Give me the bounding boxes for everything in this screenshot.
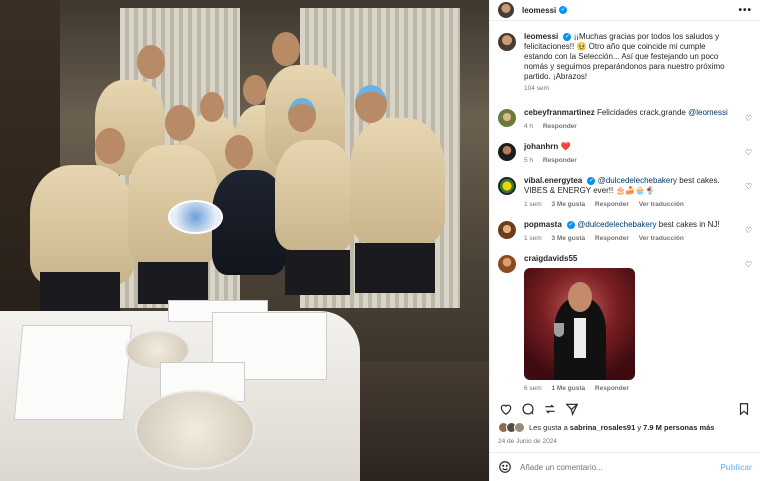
heart-icon[interactable] [498, 401, 514, 417]
comment-likes[interactable]: 3 Me gusta [552, 201, 586, 208]
comment-time[interactable]: 5 h [524, 157, 533, 164]
comment: popmasta ✓ @dulcedelechebakery best cake… [490, 220, 760, 244]
player-head [200, 92, 224, 122]
avatar[interactable] [498, 221, 516, 239]
comment-bar: Publicar [490, 452, 760, 481]
comment-time[interactable]: 4 h [524, 123, 533, 130]
comment-icon[interactable] [520, 401, 536, 417]
comment-text: best cakes in NJ! [656, 220, 720, 229]
likes-user[interactable]: sabrina_rosales91 [570, 423, 635, 432]
comment-mention[interactable]: @leomessi [688, 108, 728, 117]
comment-time[interactable]: 1 sem [524, 235, 542, 242]
shorts [40, 272, 120, 312]
likes-prefix: Les gusta a [529, 423, 568, 432]
avatar[interactable] [498, 109, 516, 127]
comment-username[interactable]: cebeyfranmartinez [524, 108, 595, 117]
likes-count[interactable]: 7.9 M personas más [643, 423, 714, 432]
player [275, 140, 355, 250]
comment-username[interactable]: popmasta [524, 220, 562, 229]
verified-icon: ✓ [559, 6, 568, 14]
comment-username[interactable]: craigdavids55 [524, 254, 577, 263]
player-head [225, 135, 253, 169]
caption: leomessi ✓ ¡¡Muchas gracias por todos lo… [490, 32, 760, 94]
send-icon[interactable] [564, 401, 580, 417]
comment-mention[interactable]: @dulcedelechebakery [577, 220, 656, 229]
post-header: leomessi ✓ ••• [490, 0, 760, 21]
gif-attachment[interactable] [524, 268, 635, 380]
player-head [165, 105, 195, 141]
player-head [95, 128, 125, 164]
post-photo[interactable] [0, 0, 489, 481]
heart-icon[interactable]: ♡ [745, 114, 752, 123]
caption-username[interactable]: leomessi [524, 32, 558, 41]
post-actions [498, 398, 752, 420]
liker-avatars[interactable] [498, 422, 525, 433]
likes-summary: Les gusta a sabrina_rosales91 y 7.9 M pe… [498, 422, 752, 433]
more-options-icon[interactable]: ••• [738, 5, 752, 16]
player-head [288, 98, 316, 132]
comment: vibal.energytea ✓ @dulcedelechebakery be… [490, 176, 760, 210]
birthday-cake [168, 200, 223, 234]
cake-platter [135, 390, 255, 470]
publish-button[interactable]: Publicar [720, 463, 752, 472]
gif-glass [554, 323, 564, 337]
reply-button[interactable]: Responder [595, 235, 629, 242]
heart-icon[interactable]: ♡ [745, 260, 752, 269]
player [30, 165, 135, 285]
heart-icon[interactable]: ♡ [745, 226, 752, 235]
post-side-panel: leomessi ✓ ••• leomessi ✓ ¡¡Muchas graci… [489, 0, 760, 481]
avatar[interactable] [498, 33, 516, 51]
comment-username[interactable]: vibal.energytea [524, 176, 582, 185]
translate-button[interactable]: Ver traducción [639, 235, 684, 242]
comment-username[interactable]: johanhrn [524, 142, 558, 151]
comment-likes[interactable]: 3 Me gusta [552, 235, 586, 242]
translate-button[interactable]: Ver traducción [639, 201, 684, 208]
comment-mention[interactable]: @dulcedelechebakery [598, 176, 677, 185]
player [350, 118, 445, 243]
verified-icon: ✓ [563, 32, 572, 41]
reply-button[interactable]: Responder [595, 385, 629, 392]
cake-box [13, 325, 133, 420]
avatar[interactable] [498, 255, 516, 273]
player-head [355, 85, 387, 123]
likes-mid: y [635, 423, 644, 432]
shorts [355, 243, 435, 293]
avatar[interactable] [498, 143, 516, 161]
reply-button[interactable]: Responder [543, 123, 577, 130]
comment-time[interactable]: 1 sem [524, 201, 542, 208]
gif-face [568, 282, 592, 312]
reply-button[interactable]: Responder [543, 157, 577, 164]
comment: johanhrn ❤️ 5 h Responder ♡ [490, 142, 760, 166]
verified-icon: ✓ [587, 176, 596, 185]
comments-list[interactable]: leomessi ✓ ¡¡Muchas gracias por todos lo… [490, 32, 760, 398]
player-head [272, 32, 300, 66]
comment-input[interactable] [520, 462, 721, 472]
avatar[interactable] [498, 177, 516, 195]
shorts [285, 250, 350, 295]
avatar[interactable] [498, 2, 514, 18]
emoji-icon[interactable] [498, 460, 512, 474]
comment: craigdavids55 6 sem 1 Me gusta Responder… [490, 254, 760, 394]
shorts [138, 262, 208, 304]
share-icon[interactable] [542, 401, 558, 417]
post-date[interactable]: 24 de Junio de 2024 [498, 438, 557, 445]
comment-likes[interactable]: 1 Me gusta [552, 385, 586, 392]
player-head [137, 45, 165, 79]
post-username[interactable]: leomessi [522, 6, 556, 15]
player-head [243, 75, 267, 105]
comment-text: Felicidades crack,grande [596, 108, 689, 117]
comment-time[interactable]: 6 sem [524, 385, 542, 392]
heart-icon[interactable]: ♡ [745, 182, 752, 191]
bookmark-icon[interactable] [736, 401, 752, 417]
comment: cebeyfranmartinez Felicidades crack,gran… [490, 108, 760, 132]
verified-icon: ✓ [567, 220, 576, 229]
gif-shirt [574, 318, 586, 358]
comment-text: ❤️ [560, 142, 571, 151]
reply-button[interactable]: Responder [595, 201, 629, 208]
heart-icon[interactable]: ♡ [745, 148, 752, 157]
caption-time[interactable]: 104 sem [524, 85, 549, 92]
